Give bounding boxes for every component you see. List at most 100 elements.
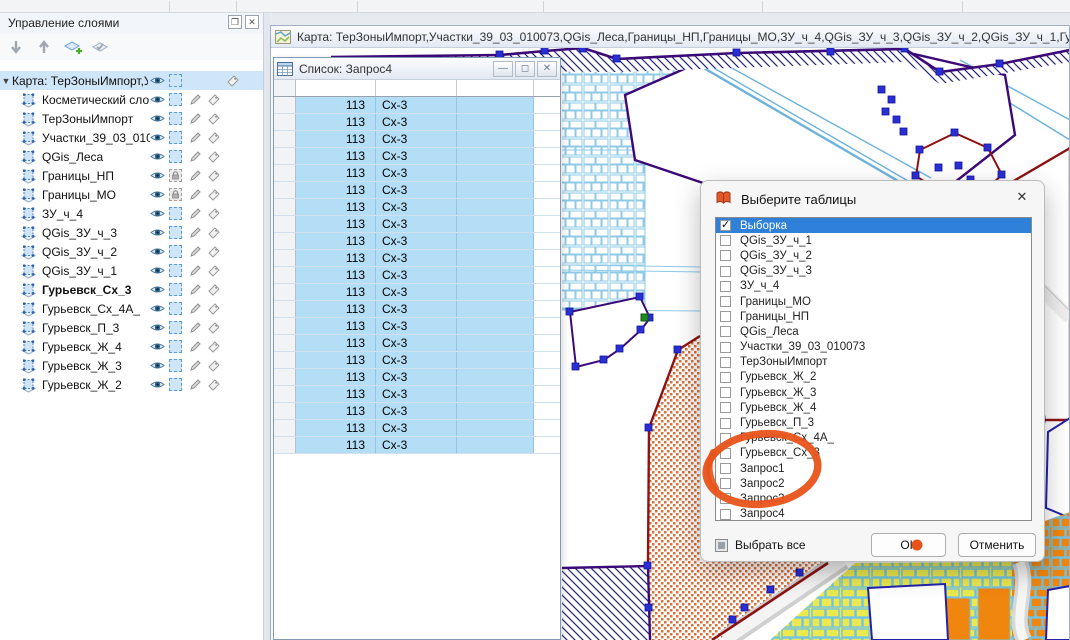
item-checkbox[interactable]: ✓ [720, 342, 731, 353]
visibility-eye-icon[interactable] [150, 379, 165, 390]
item-checkbox[interactable]: ✓ [720, 387, 731, 398]
selectable-checkbox[interactable] [169, 112, 182, 125]
table-list-item[interactable]: ✓ Запрос1 [716, 461, 1031, 476]
edit-pencil-icon[interactable] [189, 264, 202, 277]
selectable-checkbox[interactable] [169, 340, 182, 353]
table-row[interactable]: 113 Сх-3 [274, 437, 560, 454]
column-header[interactable] [296, 80, 376, 96]
label-tag-icon[interactable] [226, 74, 240, 88]
table-row[interactable]: 113 Сх-3 [274, 114, 560, 131]
row-selector[interactable] [274, 403, 296, 419]
layer-row[interactable]: Гурьевск_Сх_3 [0, 280, 263, 299]
item-checkbox[interactable]: ✓ [720, 372, 731, 383]
table-row[interactable]: 113 Сх-3 [274, 165, 560, 182]
item-checkbox[interactable]: ✓ [720, 402, 731, 413]
visibility-eye-icon[interactable] [150, 303, 165, 314]
edit-pencil-icon[interactable] [189, 112, 202, 125]
item-checkbox[interactable]: ✓ [720, 266, 731, 277]
table-row[interactable]: 113 Сх-3 [274, 301, 560, 318]
table-list-item[interactable]: ✓ QGis_ЗУ_ч_2 [716, 248, 1031, 263]
item-checkbox[interactable]: ✓ [720, 250, 731, 261]
row-selector[interactable] [274, 182, 296, 198]
row-selector[interactable] [274, 131, 296, 147]
layer-row[interactable]: Участки_39_03_010073 [0, 128, 263, 147]
visibility-eye-icon[interactable] [150, 189, 165, 200]
column-header[interactable] [376, 80, 457, 96]
label-tag-icon[interactable] [207, 131, 221, 145]
table-list-item[interactable]: ✓ Гурьевск_Сх_4А_ [716, 431, 1031, 446]
item-checkbox[interactable]: ✓ [720, 311, 731, 322]
label-tag-icon[interactable] [207, 359, 221, 373]
edit-pencil-icon[interactable] [189, 207, 202, 220]
layer-row[interactable]: Гурьевск_П_3 [0, 318, 263, 337]
table-list-item[interactable]: ✓ Гурьевск_П_3 [716, 415, 1031, 430]
row-selector[interactable] [274, 301, 296, 317]
edit-pencil-icon[interactable] [189, 188, 202, 201]
item-checkbox[interactable]: ✓ [720, 493, 731, 504]
table-window-titlebar[interactable]: Список: Запрос4 — ◻ ✕ [274, 58, 560, 80]
layer-row[interactable]: Гурьевск_Ж_2 [0, 375, 263, 394]
selectable-checkbox[interactable] [169, 188, 182, 201]
visibility-eye-icon[interactable] [150, 265, 165, 276]
visibility-eye-icon[interactable] [150, 360, 165, 371]
label-tag-icon[interactable] [207, 112, 221, 126]
minimize-icon[interactable]: — [493, 61, 513, 77]
table-list-item[interactable]: ✓ QGis_Леса [716, 324, 1031, 339]
visibility-eye-icon[interactable] [150, 113, 165, 124]
visibility-eye-icon[interactable] [150, 170, 165, 181]
table-row[interactable]: 113 Сх-3 [274, 420, 560, 437]
table-row[interactable]: 113 Сх-3 [274, 97, 560, 114]
label-tag-icon[interactable] [207, 169, 221, 183]
selectable-checkbox[interactable] [169, 169, 182, 182]
layer-row[interactable]: QGis_ЗУ_ч_2 [0, 242, 263, 261]
selectable-checkbox[interactable] [169, 226, 182, 239]
edit-pencil-icon[interactable] [189, 169, 202, 182]
table-list-item[interactable]: ✓ QGis_ЗУ_ч_1 [716, 233, 1031, 248]
item-checkbox[interactable]: ✓ [720, 220, 731, 231]
label-tag-icon[interactable] [207, 340, 221, 354]
edit-pencil-icon[interactable] [189, 340, 202, 353]
item-checkbox[interactable]: ✓ [720, 509, 731, 520]
table-list-item[interactable]: ✓ Гурьевск_Сх_3 [716, 446, 1031, 461]
label-tag-icon[interactable] [207, 378, 221, 392]
row-selector[interactable] [274, 369, 296, 385]
row-selector[interactable] [274, 165, 296, 181]
table-row[interactable]: 113 Сх-3 [274, 250, 560, 267]
label-tag-icon[interactable] [207, 93, 221, 107]
label-tag-icon[interactable] [207, 283, 221, 297]
table-row[interactable]: 113 Сх-3 [274, 131, 560, 148]
row-selector[interactable] [274, 250, 296, 266]
label-tag-icon[interactable] [207, 302, 221, 316]
cancel-button[interactable]: Отменить [958, 533, 1036, 557]
dialog-close-icon[interactable]: ✕ [1014, 189, 1030, 205]
row-selector[interactable] [274, 199, 296, 215]
visibility-eye-icon[interactable] [150, 94, 165, 105]
map-window-titlebar[interactable]: Карта: ТерЗоныИмпорт,Участки_39_03_01007… [271, 26, 1069, 48]
item-checkbox[interactable]: ✓ [720, 326, 731, 337]
item-checkbox[interactable]: ✓ [720, 478, 731, 489]
visibility-eye-icon[interactable] [150, 151, 165, 162]
selectable-checkbox[interactable] [169, 283, 182, 296]
table-list-item[interactable]: ✓ Гурьевск_Ж_4 [716, 400, 1031, 415]
table-list-item[interactable]: ✓ Гурьевск_Ж_2 [716, 370, 1031, 385]
edit-pencil-icon[interactable] [189, 302, 202, 315]
row-selector[interactable] [274, 114, 296, 130]
select-all-checkbox[interactable] [715, 539, 728, 552]
table-row[interactable]: 113 Сх-3 [274, 284, 560, 301]
table-row[interactable]: 113 Сх-3 [274, 199, 560, 216]
item-checkbox[interactable]: ✓ [720, 433, 731, 444]
add-layer-button[interactable] [62, 38, 82, 56]
layer-row[interactable]: Гурьевск_Ж_4 [0, 337, 263, 356]
row-selector[interactable] [274, 148, 296, 164]
edit-pencil-icon[interactable] [189, 321, 202, 334]
layer-row[interactable]: QGis_ЗУ_ч_3 [0, 223, 263, 242]
layer-row[interactable]: Гурьевск_Ж_3 [0, 356, 263, 375]
selectable-checkbox[interactable] [169, 359, 182, 372]
visibility-eye-icon[interactable] [150, 132, 165, 143]
table-list-item[interactable]: ✓ Гурьевск_Ж_3 [716, 385, 1031, 400]
visibility-eye-icon[interactable] [150, 246, 165, 257]
edit-pencil-icon[interactable] [189, 359, 202, 372]
layer-row[interactable]: ТерЗоныИмпорт [0, 109, 263, 128]
table-row[interactable]: 113 Сх-3 [274, 233, 560, 250]
edit-pencil-icon[interactable] [189, 283, 202, 296]
